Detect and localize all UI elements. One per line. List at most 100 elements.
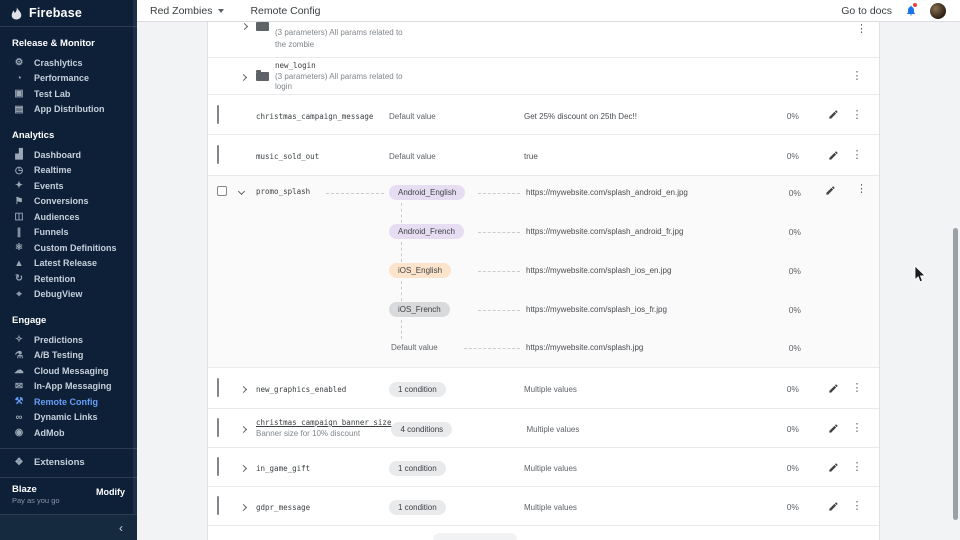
sidebar-item-crashlytics[interactable]: ⚙Crashlytics — [0, 55, 137, 71]
collapse-sidebar-icon[interactable]: ‹ — [119, 521, 123, 535]
row-checkbox[interactable] — [217, 457, 219, 476]
row-checkbox[interactable] — [217, 105, 219, 124]
sidebar-item-dynamic-links[interactable]: ∞Dynamic Links — [0, 410, 137, 426]
sidebar-item-test-lab[interactable]: ▣Test Lab — [0, 86, 137, 102]
row-menu-icon[interactable]: ⋮ — [856, 24, 867, 34]
row-checkbox[interactable] — [217, 378, 219, 397]
param-name: music_sold_out — [256, 152, 319, 161]
row-checkbox[interactable] — [217, 496, 219, 515]
row-menu-icon[interactable]: ⋮ — [852, 110, 863, 120]
sidebar-item-realtime[interactable]: ◷Realtime — [0, 163, 137, 179]
dash-connector — [464, 348, 520, 349]
sidebar-item-app-distribution[interactable]: ▤App Distribution — [0, 102, 137, 118]
notifications-bell-icon[interactable] — [905, 4, 917, 17]
row-checkbox[interactable] — [217, 186, 227, 196]
fetch-percent: 0% — [728, 266, 801, 276]
vertical-scrollbar-thumb[interactable] — [953, 228, 958, 520]
variant-value: https://mywebsite.com/splash_android_en.… — [526, 188, 688, 197]
conditions-chip: 4 conditions — [391, 422, 452, 437]
row-menu-icon[interactable]: ⋮ — [852, 423, 863, 433]
expand-chevron-icon[interactable] — [240, 504, 247, 511]
sidebar: Firebase Release & Monitor ⚙Crashlytics … — [0, 0, 137, 540]
avatar[interactable] — [930, 3, 946, 19]
chevron-down-icon — [218, 9, 224, 13]
fetch-percent: 0% — [787, 111, 799, 121]
dash-connector — [478, 232, 520, 233]
param-name: in_game_gift — [256, 464, 310, 473]
edit-pencil-icon[interactable] — [828, 150, 839, 161]
sidebar-item-performance[interactable]: ◔Performance — [0, 71, 137, 87]
sidebar-item-ab-testing[interactable]: ⚗A/B Testing — [0, 348, 137, 364]
dash-connector — [478, 193, 520, 194]
plan-description: Pay as you go — [12, 496, 125, 505]
ab-testing-icon: ⚗ — [12, 350, 26, 361]
modify-plan-button[interactable]: Modify — [96, 487, 125, 497]
breadcrumb: Remote Config — [250, 5, 320, 17]
conditions-chip: 1 condition — [389, 500, 446, 515]
partial-next-row-chip — [433, 533, 517, 540]
firebase-home-link[interactable]: Firebase — [0, 0, 137, 27]
sidebar-item-remote-config[interactable]: ⚒Remote Config — [0, 394, 137, 410]
row-menu-icon[interactable]: ⋮ — [852, 71, 863, 81]
sidebar-item-in-app-messaging[interactable]: ✉In-App Messaging — [0, 379, 137, 395]
group-description: the zombie — [275, 39, 403, 51]
expand-chevron-icon[interactable] — [240, 465, 247, 472]
cloud-messaging-icon: ☁ — [12, 365, 26, 376]
table-row-christmas-campaign-message: christmas_campaign_message Default value… — [208, 95, 879, 135]
expand-chevron-icon[interactable] — [240, 386, 247, 393]
param-value: Multiple values — [524, 464, 577, 473]
edit-pencil-icon[interactable] — [828, 423, 839, 434]
collapse-chevron-icon[interactable] — [238, 188, 245, 195]
row-checkbox[interactable] — [217, 145, 219, 164]
edit-pencil-icon[interactable] — [825, 185, 836, 196]
sidebar-item-audiences[interactable]: ◫Audiences — [0, 209, 137, 225]
row-menu-icon[interactable]: ⋮ — [852, 383, 863, 393]
expand-chevron-icon[interactable] — [240, 74, 247, 81]
go-to-docs-link[interactable]: Go to docs — [841, 5, 892, 17]
row-checkbox[interactable] — [217, 418, 219, 437]
extensions-icon: ❖ — [12, 457, 26, 468]
latest-release-icon: ▲ — [12, 258, 26, 269]
edit-pencil-icon[interactable] — [828, 501, 839, 512]
conditions-chip: 1 condition — [389, 461, 446, 476]
edit-pencil-icon[interactable] — [828, 109, 839, 120]
param-value: Multiple values — [526, 425, 579, 434]
condition-chip-ios-french: iOS_French — [389, 302, 450, 317]
expand-chevron-icon[interactable] — [240, 426, 247, 433]
row-menu-icon[interactable]: ⋮ — [852, 501, 863, 511]
edit-pencil-icon[interactable] — [828, 383, 839, 394]
sidebar-item-retention[interactable]: ↻Retention — [0, 271, 137, 287]
conversions-icon: ⚑ — [12, 196, 26, 207]
sidebar-item-funnels[interactable]: ∥Funnels — [0, 225, 137, 241]
expand-chevron-icon[interactable] — [241, 23, 248, 30]
parameters-table: (3 parameters) All params related to the… — [207, 22, 880, 540]
performance-icon: ◔ — [12, 73, 26, 84]
row-menu-icon[interactable]: ⋮ — [856, 184, 867, 194]
condition-chip-ios-english: iOS_English — [389, 263, 451, 278]
edit-pencil-icon[interactable] — [828, 462, 839, 473]
condition-label: Default value — [389, 112, 436, 121]
sidebar-item-dashboard[interactable]: ▟Dashboard — [0, 147, 137, 163]
table-row-christmas-campaign-banner-size: christmas_campaign_banner_size Banner si… — [208, 409, 879, 448]
app-distribution-icon: ▤ — [12, 104, 26, 115]
dash-connector — [478, 310, 520, 311]
sidebar-item-admob[interactable]: ◉AdMob — [0, 425, 137, 441]
project-selector[interactable]: Red Zombies — [150, 5, 224, 17]
sidebar-item-conversions[interactable]: ⚑Conversions — [0, 194, 137, 210]
plan-panel: Blaze Pay as you go Modify — [0, 478, 137, 502]
sidebar-item-events[interactable]: ✦Events — [0, 178, 137, 194]
row-menu-icon[interactable]: ⋮ — [852, 150, 863, 160]
row-menu-icon[interactable]: ⋮ — [852, 462, 863, 472]
sidebar-item-debugview[interactable]: ⌖DebugView — [0, 287, 137, 303]
param-value: true — [524, 152, 538, 161]
sidebar-item-cloud-messaging[interactable]: ☁Cloud Messaging — [0, 363, 137, 379]
condition-chip-android-french: Android_French — [389, 224, 464, 239]
sidebar-item-extensions[interactable]: ❖ Extensions — [0, 449, 137, 478]
sidebar-item-custom-definitions[interactable]: ⚛Custom Definitions — [0, 240, 137, 256]
crashlytics-icon: ⚙ — [12, 57, 26, 68]
fetch-percent: 0% — [787, 384, 799, 394]
condition-chip-android-english: Android_English — [389, 185, 465, 200]
sidebar-item-latest-release[interactable]: ▲Latest Release — [0, 256, 137, 272]
sidebar-item-predictions[interactable]: ✧Predictions — [0, 332, 137, 348]
admob-icon: ◉ — [12, 427, 26, 438]
